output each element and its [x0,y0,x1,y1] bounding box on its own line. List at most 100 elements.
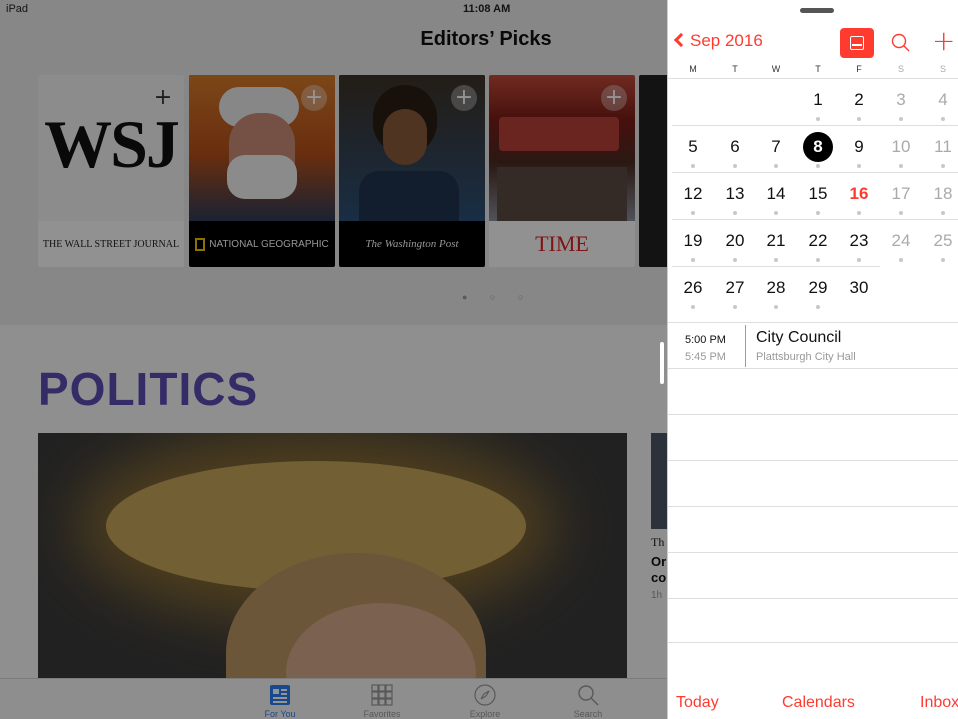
day-cell[interactable]: 22 [797,226,839,262]
hour-divider [668,598,958,599]
event-indicator-dot [857,211,861,215]
day-number: 30 [849,278,869,297]
event-item[interactable]: 5:00 PM 5:45 PM City Council Plattsburgh… [668,322,958,368]
day-cell[interactable]: 7 [755,132,797,168]
weekday-label: S [939,64,946,74]
event-indicator-dot [941,117,945,121]
list-view-icon [850,36,864,50]
day-cell[interactable]: 27 [714,273,756,309]
weekday-label: S [897,64,904,74]
day-cell[interactable]: 8 [797,132,839,168]
split-view-handle[interactable] [660,342,664,384]
calendars-button[interactable]: Calendars [782,694,855,712]
day-cell[interactable]: 2 [838,85,880,121]
event-location: Plattsburgh City Hall [756,351,856,363]
week-row: 19 20 21 22 23 24 25 [668,219,958,266]
event-indicator-dot [774,211,778,215]
hour-divider [668,552,958,553]
add-event-icon[interactable]: + [932,26,955,56]
event-indicator-dot [899,258,903,262]
week-divider [672,266,880,267]
week-divider [672,172,958,173]
search-icon[interactable] [890,32,912,54]
day-cell[interactable]: 13 [714,179,756,215]
day-number: 13 [725,184,745,203]
day-cell[interactable]: 1 [797,85,839,121]
day-number: 1 [813,90,823,109]
day-number: 29 [808,278,828,297]
day-cell[interactable]: 5 [672,132,714,168]
day-cell[interactable]: 17 [880,179,922,215]
dim-overlay[interactable] [0,0,667,719]
day-cell[interactable]: 23 [838,226,880,262]
event-indicator-dot [857,258,861,262]
day-number: 10 [891,137,911,156]
event-indicator-dot [899,164,903,168]
day-cell[interactable]: 25 [922,226,958,262]
inbox-button[interactable]: Inbox [920,694,958,712]
slide-over-grabber[interactable] [800,8,834,13]
day-cell[interactable]: 4 [922,85,958,121]
day-cell[interactable]: 19 [672,226,714,262]
hour-divider [668,414,958,415]
day-cell[interactable]: 30 [838,273,880,309]
back-to-month-button[interactable]: Sep 2016 [673,31,763,51]
weekday-label: T [815,64,821,74]
week-row: 26 27 28 29 30 [668,266,958,313]
event-indicator-dot [816,211,820,215]
event-list: 5:00 PM 5:45 PM City Council Plattsburgh… [668,322,958,682]
event-indicator-dot [816,258,820,262]
event-calendar-color-bar [745,325,746,367]
day-number: 25 [933,231,953,250]
week-row: 1 2 3 4 [668,78,958,125]
day-cell[interactable]: 11 [922,132,958,168]
day-number: 28 [766,278,786,297]
day-number: 5 [688,137,698,156]
day-cell[interactable]: 29 [797,273,839,309]
list-view-toggle-button[interactable] [840,28,874,58]
day-cell[interactable]: 18 [922,179,958,215]
event-indicator-dot [899,117,903,121]
event-indicator-dot [691,211,695,215]
day-cell[interactable]: 14 [755,179,797,215]
calendar-toolbar: Today Calendars Inbox [668,682,958,719]
day-number: 19 [683,231,703,250]
day-cell[interactable]: 15 [797,179,839,215]
day-number: 18 [933,184,953,203]
weekday-label: F [856,64,862,74]
day-cell[interactable]: 3 [880,85,922,121]
calendar-panel: Sep 2016 + MTWTFSS 1 2 3 4 5 6 7 8 9 10 11 12 13 14 15… [667,0,958,719]
day-cell[interactable]: 24 [880,226,922,262]
event-indicator-dot [899,211,903,215]
weekday-label: W [771,64,781,74]
day-cell[interactable]: 16 [838,179,880,215]
day-cell[interactable]: 28 [755,273,797,309]
week-divider [672,125,958,126]
hour-divider [668,642,958,643]
day-cell[interactable]: 12 [672,179,714,215]
week-row: 5 6 7 8 9 10 11 [668,125,958,172]
day-cell[interactable]: 6 [714,132,756,168]
day-number: 27 [725,278,745,297]
event-indicator-dot [816,117,820,121]
day-number: 9 [854,137,864,156]
day-cell[interactable]: 21 [755,226,797,262]
day-cell[interactable]: 9 [838,132,880,168]
week-divider [672,219,958,220]
day-cell[interactable]: 10 [880,132,922,168]
day-number: 20 [725,231,745,250]
event-indicator-dot [733,305,737,309]
day-cell[interactable]: 20 [714,226,756,262]
hour-divider [668,460,958,461]
chevron-left-icon [673,32,689,48]
event-end-time: 5:45 PM [685,351,726,363]
day-number: 11 [934,137,952,156]
today-button[interactable]: Today [676,694,719,712]
weekday-label: T [732,64,738,74]
day-number: 12 [683,184,703,203]
day-cell[interactable]: 26 [672,273,714,309]
event-indicator-dot [774,164,778,168]
hour-divider [668,506,958,507]
event-indicator-dot [941,211,945,215]
day-number: 17 [891,184,911,203]
